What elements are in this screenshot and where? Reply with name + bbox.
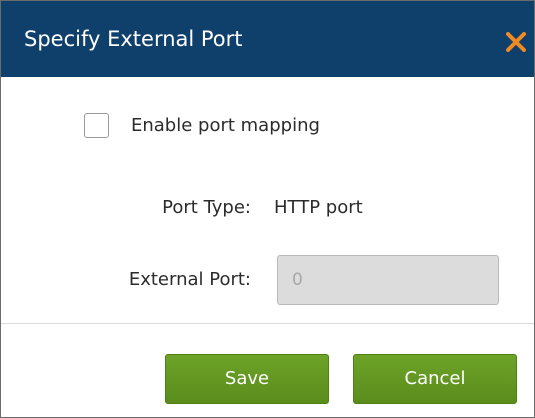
specify-external-port-dialog: Specify External Port Enable port mappin… xyxy=(0,0,535,418)
port-type-label: Port Type: xyxy=(162,197,251,218)
cancel-button[interactable]: Cancel xyxy=(353,354,517,404)
dialog-titlebar: Specify External Port xyxy=(1,1,534,77)
external-port-label: External Port: xyxy=(128,269,251,290)
enable-port-mapping-checkbox[interactable] xyxy=(84,113,109,138)
divider xyxy=(1,323,534,324)
save-button[interactable]: Save xyxy=(165,354,329,404)
dialog-title: Specify External Port xyxy=(24,27,243,51)
close-icon[interactable] xyxy=(505,31,527,53)
port-type-value: HTTP port xyxy=(274,197,363,218)
external-port-input[interactable] xyxy=(277,255,499,305)
enable-port-mapping-label[interactable]: Enable port mapping xyxy=(131,115,320,137)
